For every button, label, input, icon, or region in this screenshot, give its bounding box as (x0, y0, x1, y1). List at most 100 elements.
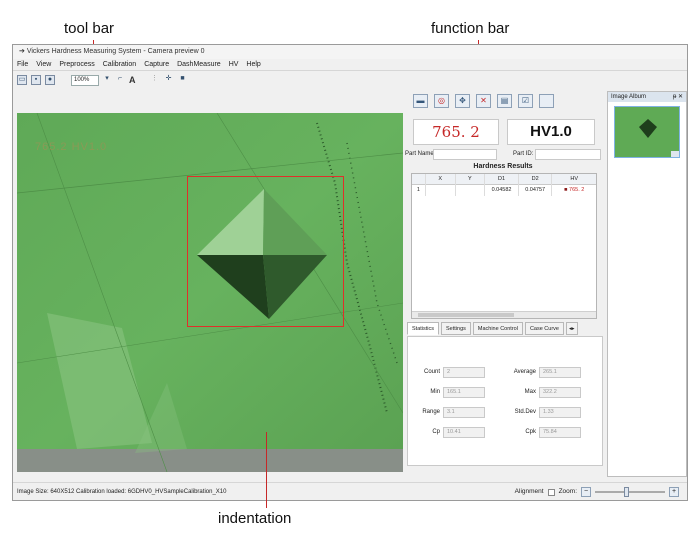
tab-scroll-arrow-icon[interactable]: ◂▸ (565, 322, 578, 335)
column-header-y: Y (456, 174, 486, 185)
function-bar: ▬ ◎ ✥ ✕ ▤ ☑ (405, 93, 554, 109)
window-title-text: Vickers Hardness Measuring System - Came… (26, 48, 205, 55)
hardness-results-title: Hardness Results (473, 163, 533, 170)
results-table: X Y D1 D2 HV 1 0.04582 0.04757 ■ 765. 2 (411, 173, 597, 319)
part-name-input[interactable] (433, 149, 497, 160)
status-text: Image Size: 640X512 Calibration loaded: … (17, 489, 227, 495)
column-header-hv: HV (570, 176, 579, 182)
stat-cpk-label: Cpk (525, 429, 536, 435)
statistics-pane: Count 2 Average 265.1 Min 165.1 Max 322.… (407, 336, 603, 466)
indentation-callout-line (266, 432, 267, 508)
stat-count-value: 2 (443, 367, 485, 378)
zoom-slider[interactable] (595, 487, 665, 497)
status-controls: Alignment Zoom: − + (514, 483, 679, 500)
grid-icon[interactable]: ⋮ (150, 75, 160, 85)
indentation-measurement-box[interactable] (187, 176, 344, 327)
status-dot-icon: ■ (564, 187, 568, 193)
target-icon[interactable]: ◎ (434, 94, 449, 108)
column-header-d2: D2 (519, 174, 553, 185)
tool-bar: ▭ ▪ ● 100% ▾ ⌐ A ⋮ ✛ ■ (13, 71, 603, 89)
row-x (426, 185, 456, 196)
tab-statistics[interactable]: Statistics (407, 322, 440, 335)
zoom-label: Zoom: (558, 488, 577, 495)
checkbox-icon[interactable]: ☑ (518, 94, 533, 108)
stat-min-value: 165.1 (443, 387, 485, 398)
column-header-x: X (426, 174, 456, 185)
menu-hv[interactable]: HV (229, 59, 239, 70)
menu-view[interactable]: View (36, 59, 51, 70)
app-icon: ➔ (19, 48, 25, 55)
zoom-in-icon[interactable]: + (669, 487, 679, 497)
zoom-out-icon[interactable]: − (581, 487, 591, 497)
save-icon[interactable]: ▪ (31, 75, 41, 85)
menu-preprocess[interactable]: Preprocess (59, 59, 94, 70)
menu-help[interactable]: Help (246, 59, 260, 70)
stat-stddev-label: Std.Dev (514, 409, 536, 415)
row-d2: 0.04757 (519, 185, 553, 196)
window-title: ➔ Vickers Hardness Measuring System - Ca… (13, 45, 687, 59)
table-header: X Y D1 D2 HV (412, 174, 596, 185)
globe-icon[interactable]: ● (45, 75, 55, 85)
table-horizontal-scrollbar[interactable] (412, 311, 596, 318)
stat-cpk-value: 75.84 (539, 427, 581, 438)
move-icon[interactable]: ✥ (455, 94, 470, 108)
table-row[interactable]: 1 0.04582 0.04757 ■ 765. 2 (412, 185, 596, 196)
tab-settings[interactable]: Settings (441, 322, 471, 335)
stat-cp-value: 10.41 (443, 427, 485, 438)
stat-cp-label: Cp (432, 429, 440, 435)
menu-dashmeasure[interactable]: DashMeasure (177, 59, 221, 70)
camera-preview[interactable]: 765.2 HV1.0 (17, 113, 403, 472)
tab-machine-control[interactable]: Machine Control (472, 322, 523, 335)
alignment-label: Alignment (514, 488, 544, 495)
hardness-value-display: 765. 2 (413, 119, 499, 145)
row-hv: ■ 765. 2 (552, 185, 596, 196)
stat-stddev-value: 1.33 (539, 407, 581, 418)
panel-tabs: Statistics Settings Machine Control Case… (407, 322, 603, 336)
row-index: 1 (412, 185, 426, 196)
crosshair-icon[interactable]: ✛ (164, 75, 174, 85)
stat-range-label: Range (422, 409, 440, 415)
zoom-slider-thumb[interactable] (624, 487, 630, 497)
camera-icon[interactable]: ■ (178, 75, 188, 85)
image-icon[interactable]: ▤ (497, 94, 512, 108)
part-id-input[interactable] (535, 149, 601, 160)
stat-max-label: Max (524, 389, 536, 395)
part-info-row: Part Name: Part ID: (403, 149, 603, 161)
thumbnail-image (615, 107, 679, 157)
app-window: ➔ Vickers Hardness Measuring System - Ca… (12, 44, 688, 501)
stat-max-value: 322.2 (539, 387, 581, 398)
status-bar: Image Size: 640X512 Calibration loaded: … (13, 482, 687, 500)
stat-average-label: Average (513, 369, 536, 375)
fit-icon[interactable]: ⌐ (115, 75, 125, 85)
tab-case-curve[interactable]: Case Curve (524, 322, 564, 335)
image-album-panel: Image Album ᵽ ✕ (607, 91, 687, 477)
row-hv-value: 765. 2 (569, 187, 585, 193)
function-bar-callout: function bar (431, 20, 510, 37)
hardness-scale-display: HV1.0 (507, 119, 595, 145)
blank-icon[interactable] (539, 94, 554, 108)
results-panel: ▬ ◎ ✥ ✕ ▤ ☑ 765. 2 HV1.0 Part Name: Part… (403, 91, 603, 475)
stat-min-label: Min (430, 389, 440, 395)
menu-file[interactable]: File (17, 59, 28, 70)
part-id-label: Part ID: (513, 151, 534, 157)
row-d1: 0.04582 (485, 185, 519, 196)
column-header-index (412, 174, 426, 185)
delete-icon[interactable]: ✕ (476, 94, 491, 108)
chevron-down-icon[interactable]: ▾ (103, 75, 111, 85)
menu-bar: File View Preprocess Calibration Capture… (13, 59, 687, 71)
indentation-callout: indentation (218, 510, 292, 527)
scrollbar-thumb[interactable] (418, 313, 514, 317)
part-name-label: Part Name: (405, 151, 436, 157)
menu-calibration[interactable]: Calibration (103, 59, 136, 70)
text-tool-button[interactable]: A (129, 75, 136, 85)
camera-hardness-reading: 765.2 HV1.0 (35, 141, 108, 153)
column-header-d1: D1 (485, 174, 519, 185)
album-thumbnail[interactable] (614, 106, 680, 158)
alignment-checkbox[interactable] (547, 488, 555, 496)
video-icon[interactable]: ▬ (413, 94, 428, 108)
open-folder-icon[interactable]: ▭ (17, 75, 27, 85)
menu-capture[interactable]: Capture (144, 59, 169, 70)
zoom-select[interactable]: 100% (71, 74, 99, 86)
row-y (456, 185, 486, 196)
pin-close-icon[interactable]: ᵽ ✕ (673, 92, 683, 102)
